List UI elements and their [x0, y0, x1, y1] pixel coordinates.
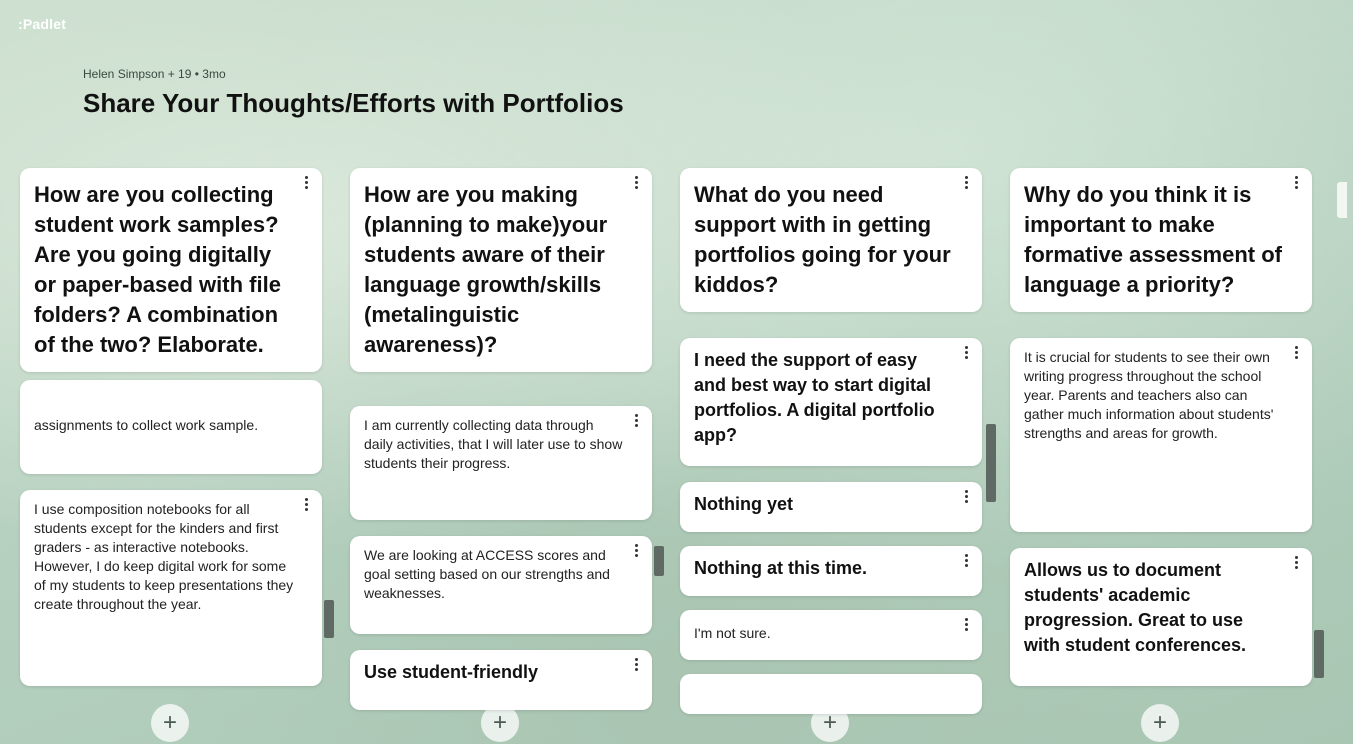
post-card[interactable]: It is crucial for students to see their … — [1010, 338, 1312, 532]
post-text: Nothing at this time. — [694, 558, 867, 578]
post-card[interactable]: We are looking at ACCESS scores and goal… — [350, 536, 652, 634]
post-text: I use composition notebooks for all stud… — [34, 501, 294, 612]
kebab-menu-icon[interactable] — [962, 618, 970, 632]
post-text: Nothing yet — [694, 494, 793, 514]
column-header-text: What do you need support with in getting… — [694, 182, 951, 297]
column-1-scrollbar[interactable] — [324, 600, 334, 638]
post-text: It is crucial for students to see their … — [1024, 349, 1274, 441]
kebab-menu-icon[interactable] — [962, 490, 970, 504]
add-post-button[interactable]: + — [151, 704, 189, 742]
column-header-card[interactable]: Why do you think it is important to make… — [1010, 168, 1312, 312]
post-text: We are looking at ACCESS scores and goal… — [364, 547, 610, 601]
column-header-text: Why do you think it is important to make… — [1024, 182, 1282, 297]
post-card[interactable]: Nothing at this time. — [680, 546, 982, 596]
column-header-card[interactable]: How are you making (planning to make)you… — [350, 168, 652, 372]
column-2-scrollbar[interactable] — [654, 546, 664, 576]
post-text: I need the support of easy and best way … — [694, 350, 935, 445]
kebab-menu-icon[interactable] — [632, 658, 640, 672]
plus-icon: + — [822, 709, 837, 736]
plus-icon: + — [1152, 709, 1167, 736]
post-text: I'm not sure. — [694, 625, 771, 641]
column-header-text: How are you making (planning to make)you… — [364, 182, 608, 357]
column-3-scrollbar[interactable] — [986, 424, 996, 502]
kebab-menu-icon[interactable] — [1292, 176, 1300, 190]
kebab-menu-icon[interactable] — [632, 176, 640, 190]
kebab-menu-icon[interactable] — [302, 498, 310, 512]
column-3: What do you need support with in getting… — [680, 168, 986, 714]
post-card[interactable]: Allows us to document students' academic… — [1010, 548, 1312, 686]
post-card[interactable]: I need the support of easy and best way … — [680, 338, 982, 466]
plus-icon: + — [492, 709, 507, 736]
post-text: Use student-friendly — [364, 662, 539, 682]
column-2: How are you making (planning to make)you… — [350, 168, 656, 710]
board-meta: Helen Simpson + 19 • 3mo — [83, 67, 226, 81]
column-4: Why do you think it is important to make… — [1010, 168, 1316, 686]
post-text: assignments to collect work sample. — [34, 417, 259, 433]
kebab-menu-icon[interactable] — [962, 346, 970, 360]
padlet-board: :Padlet Helen Simpson + 19 • 3mo Share Y… — [8, 10, 1347, 744]
column-4-scrollbar[interactable] — [1314, 630, 1324, 678]
post-card[interactable]: I use composition notebooks for all stud… — [20, 490, 322, 686]
post-card-partial[interactable] — [680, 674, 982, 714]
padlet-logo[interactable]: :Padlet — [18, 16, 66, 32]
post-card[interactable]: I'm not sure. — [680, 610, 982, 660]
post-text: I am currently collecting data through d… — [364, 417, 623, 471]
column-header-card[interactable]: How are you collecting student work samp… — [20, 168, 322, 372]
kebab-menu-icon[interactable] — [632, 414, 640, 428]
post-text: Allows us to document students' academic… — [1024, 560, 1247, 655]
add-post-button[interactable]: + — [1141, 704, 1179, 742]
kebab-menu-icon[interactable] — [302, 176, 310, 190]
board-title: Share Your Thoughts/Efforts with Portfol… — [83, 88, 624, 118]
kebab-menu-icon[interactable] — [632, 544, 640, 558]
next-section-tab[interactable] — [1337, 182, 1347, 218]
kebab-menu-icon[interactable] — [962, 176, 970, 190]
kebab-menu-icon[interactable] — [962, 554, 970, 568]
post-card[interactable]: Use student-friendly — [350, 650, 652, 710]
column-header-text: How are you collecting student work samp… — [34, 182, 281, 357]
post-card[interactable]: Nothing yet — [680, 482, 982, 532]
column-1: How are you collecting student work samp… — [20, 168, 326, 686]
plus-icon: + — [162, 709, 177, 736]
kebab-menu-icon[interactable] — [1292, 556, 1300, 570]
post-card[interactable]: assignments to collect work sample. — [20, 380, 322, 474]
post-card[interactable]: I am currently collecting data through d… — [350, 406, 652, 520]
column-header-card[interactable]: What do you need support with in getting… — [680, 168, 982, 312]
kebab-menu-icon[interactable] — [1292, 346, 1300, 360]
